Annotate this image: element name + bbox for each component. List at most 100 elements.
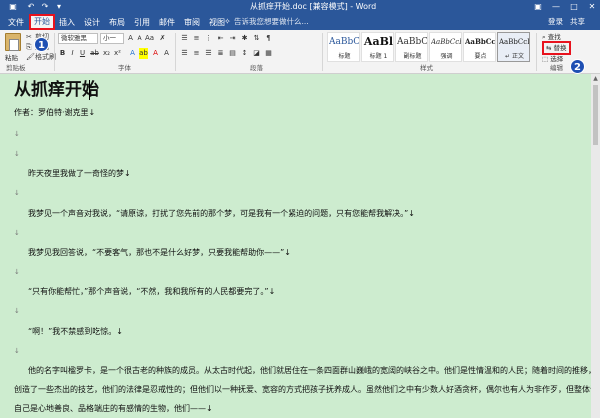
style-sample-text: AaBbC (329, 37, 360, 47)
document-page[interactable]: 从抓痒开始 作者：罗伯特·谢克里↓ ↓ ↓ 昨天夜里我做了一奇怪的梦↓ ↓ 我梦… (0, 74, 600, 418)
paragraph-mark: ↓ (14, 268, 20, 276)
body-paragraph-line: 自己是心地善良、品格端庄的有感情的生物，他们——↓ (14, 404, 213, 413)
author-line: 作者：罗伯特·谢克里↓ (14, 108, 96, 117)
increase-indent-icon[interactable]: ⇥ (228, 33, 237, 44)
superscript-icon[interactable]: x² (113, 48, 122, 59)
paste-button-label[interactable]: 粘贴 (5, 52, 18, 62)
numbering-icon[interactable]: ≡ (192, 33, 201, 44)
tab-references[interactable]: 引用 (132, 16, 152, 30)
font-name-select[interactable]: 微软雅黑 (58, 33, 98, 44)
align-center-icon[interactable]: ≡ (192, 48, 201, 59)
scroll-up-icon[interactable]: ▲ (591, 74, 600, 83)
body-paragraph: 我梦见一个声音对我说，“请原谅，打扰了您先前的那个梦，可是我有一个紧迫的问题，只… (28, 209, 415, 218)
style-title[interactable]: AaBbC 标题 (327, 32, 360, 62)
undo-icon[interactable]: ↶ (26, 2, 36, 12)
lightbulb-icon: ✧ (224, 17, 231, 26)
tab-mailings[interactable]: 邮件 (157, 16, 177, 30)
align-left-icon[interactable]: ☰ (180, 48, 189, 59)
chinese-layout-icon[interactable]: ✱ (240, 33, 249, 44)
italic-icon[interactable]: I (68, 48, 77, 59)
show-marks-icon[interactable]: ¶ (264, 33, 273, 44)
replace-button[interactable]: ⇆ 替换 (542, 41, 571, 55)
editing-group-label: 编辑 (550, 64, 563, 72)
sort-icon[interactable]: ⇅ (252, 33, 261, 44)
close-button[interactable]: ✕ (584, 1, 600, 13)
underline-icon[interactable]: U (78, 48, 87, 59)
tell-me-search[interactable]: 告诉我您想要做什么... (234, 16, 309, 28)
bold-icon[interactable]: B (58, 48, 67, 59)
save-icon[interactable]: ▣ (8, 2, 18, 12)
multilevel-list-icon[interactable]: ⋮ (204, 33, 213, 44)
ribbon-display-options-button[interactable]: ▣ (530, 1, 546, 13)
strikethrough-icon[interactable]: ab (90, 48, 99, 59)
paragraph-mark: ↓ (14, 130, 20, 138)
font-size-select[interactable]: 小一 (100, 33, 124, 44)
body-paragraph-line: 他的名字叫楹罗卡，是一个很古老的种族的成员。从太古时代起，他们就居住在一条四面群… (28, 366, 600, 375)
document-area[interactable]: 从抓痒开始 作者：罗伯特·谢克里↓ ↓ ↓ 昨天夜里我做了一奇怪的梦↓ ↓ 我梦… (0, 74, 600, 418)
minimize-button[interactable]: — (548, 1, 564, 13)
font-group-label: 字体 (118, 64, 131, 72)
bullets-icon[interactable]: ☰ (180, 33, 189, 44)
paste-icon[interactable] (5, 33, 21, 51)
find-label: 查找 (547, 33, 561, 41)
line-spacing-icon[interactable]: ↕ (240, 48, 249, 59)
body-paragraph: “只有你能帮忙，”那个声音说，“不然，我和我所有的人民都要完了。”↓ (28, 287, 276, 296)
tab-insert[interactable]: 插入 (57, 16, 77, 30)
style-name-label: 要点 (474, 53, 487, 60)
document-title: 从抓痒开始 (14, 80, 99, 100)
customize-quick-access-icon[interactable]: ▾ (54, 2, 64, 12)
subscript-icon[interactable]: x₂ (102, 48, 111, 59)
format-painter-icon[interactable]: 🖌 (26, 53, 35, 62)
text-cursor (89, 80, 90, 100)
grow-font-icon[interactable]: A (126, 33, 135, 44)
align-right-icon[interactable]: ☰ (204, 48, 213, 59)
style-name-label: 标题 (338, 53, 351, 60)
group-separator (54, 33, 55, 71)
style-normal[interactable]: AaBbCcDc ↵ 正文 (497, 32, 530, 62)
style-sample-text: AaBbCcDc (499, 38, 529, 46)
style-subtitle[interactable]: AaBbC 副标题 (395, 32, 428, 62)
select-button[interactable]: ⬚ 选择 (542, 54, 563, 64)
style-heading-1[interactable]: AaBl 标题 1 (361, 32, 394, 62)
style-name-label: 强调 (440, 53, 453, 60)
character-shading-icon[interactable]: A (162, 48, 171, 59)
borders-icon[interactable]: ▦ (264, 48, 273, 59)
replace-label: 替换 (553, 44, 567, 52)
style-emphasis[interactable]: AaBbCcD 强调 (429, 32, 462, 62)
share-button[interactable]: 共享 (570, 16, 585, 28)
font-color-icon[interactable]: A (151, 48, 160, 59)
style-strong[interactable]: AaBbCcD 要点 (463, 32, 496, 62)
copy-icon[interactable]: ⎘ (26, 43, 32, 52)
group-separator (536, 33, 537, 71)
scroll-thumb[interactable] (593, 85, 598, 145)
style-name-label: 标题 1 (369, 53, 388, 60)
style-sample-text: AaBbCcD (465, 37, 496, 46)
change-case-icon[interactable]: Aa (145, 33, 154, 44)
cut-icon[interactable]: ✂ (26, 33, 32, 42)
shading-icon[interactable]: ◪ (252, 48, 261, 59)
style-sample-text: AaBl (363, 36, 394, 48)
tab-layout[interactable]: 布局 (107, 16, 127, 30)
sign-in-link[interactable]: 登录 (548, 16, 563, 28)
style-sample-text: AaBbC (397, 37, 428, 47)
maximize-button[interactable]: □ (566, 1, 582, 13)
group-separator (322, 33, 323, 71)
text-effects-icon[interactable]: A (128, 48, 137, 59)
paragraph-mark: ↓ (14, 229, 20, 237)
justify-icon[interactable]: ≣ (216, 48, 225, 59)
distributed-icon[interactable]: ▤ (228, 48, 237, 59)
clear-formatting-icon[interactable]: ✗ (158, 33, 167, 44)
format-painter-label[interactable]: 格式刷 (35, 53, 56, 62)
paragraph-mark: ↓ (14, 150, 20, 158)
shrink-font-icon[interactable]: A (135, 33, 144, 44)
tab-file[interactable]: 文件 (6, 16, 26, 30)
tab-home[interactable]: 开始 (29, 14, 55, 30)
style-name-label: ↵ 正文 (505, 53, 524, 60)
tab-review[interactable]: 审阅 (182, 16, 202, 30)
step-badge-2: 2 (570, 59, 585, 74)
tab-design[interactable]: 设计 (82, 16, 102, 30)
highlight-color-icon[interactable]: ab (139, 48, 148, 59)
decrease-indent-icon[interactable]: ⇤ (216, 33, 225, 44)
vertical-scrollbar[interactable]: ▲ (591, 74, 600, 418)
redo-icon[interactable]: ↷ (40, 2, 50, 12)
